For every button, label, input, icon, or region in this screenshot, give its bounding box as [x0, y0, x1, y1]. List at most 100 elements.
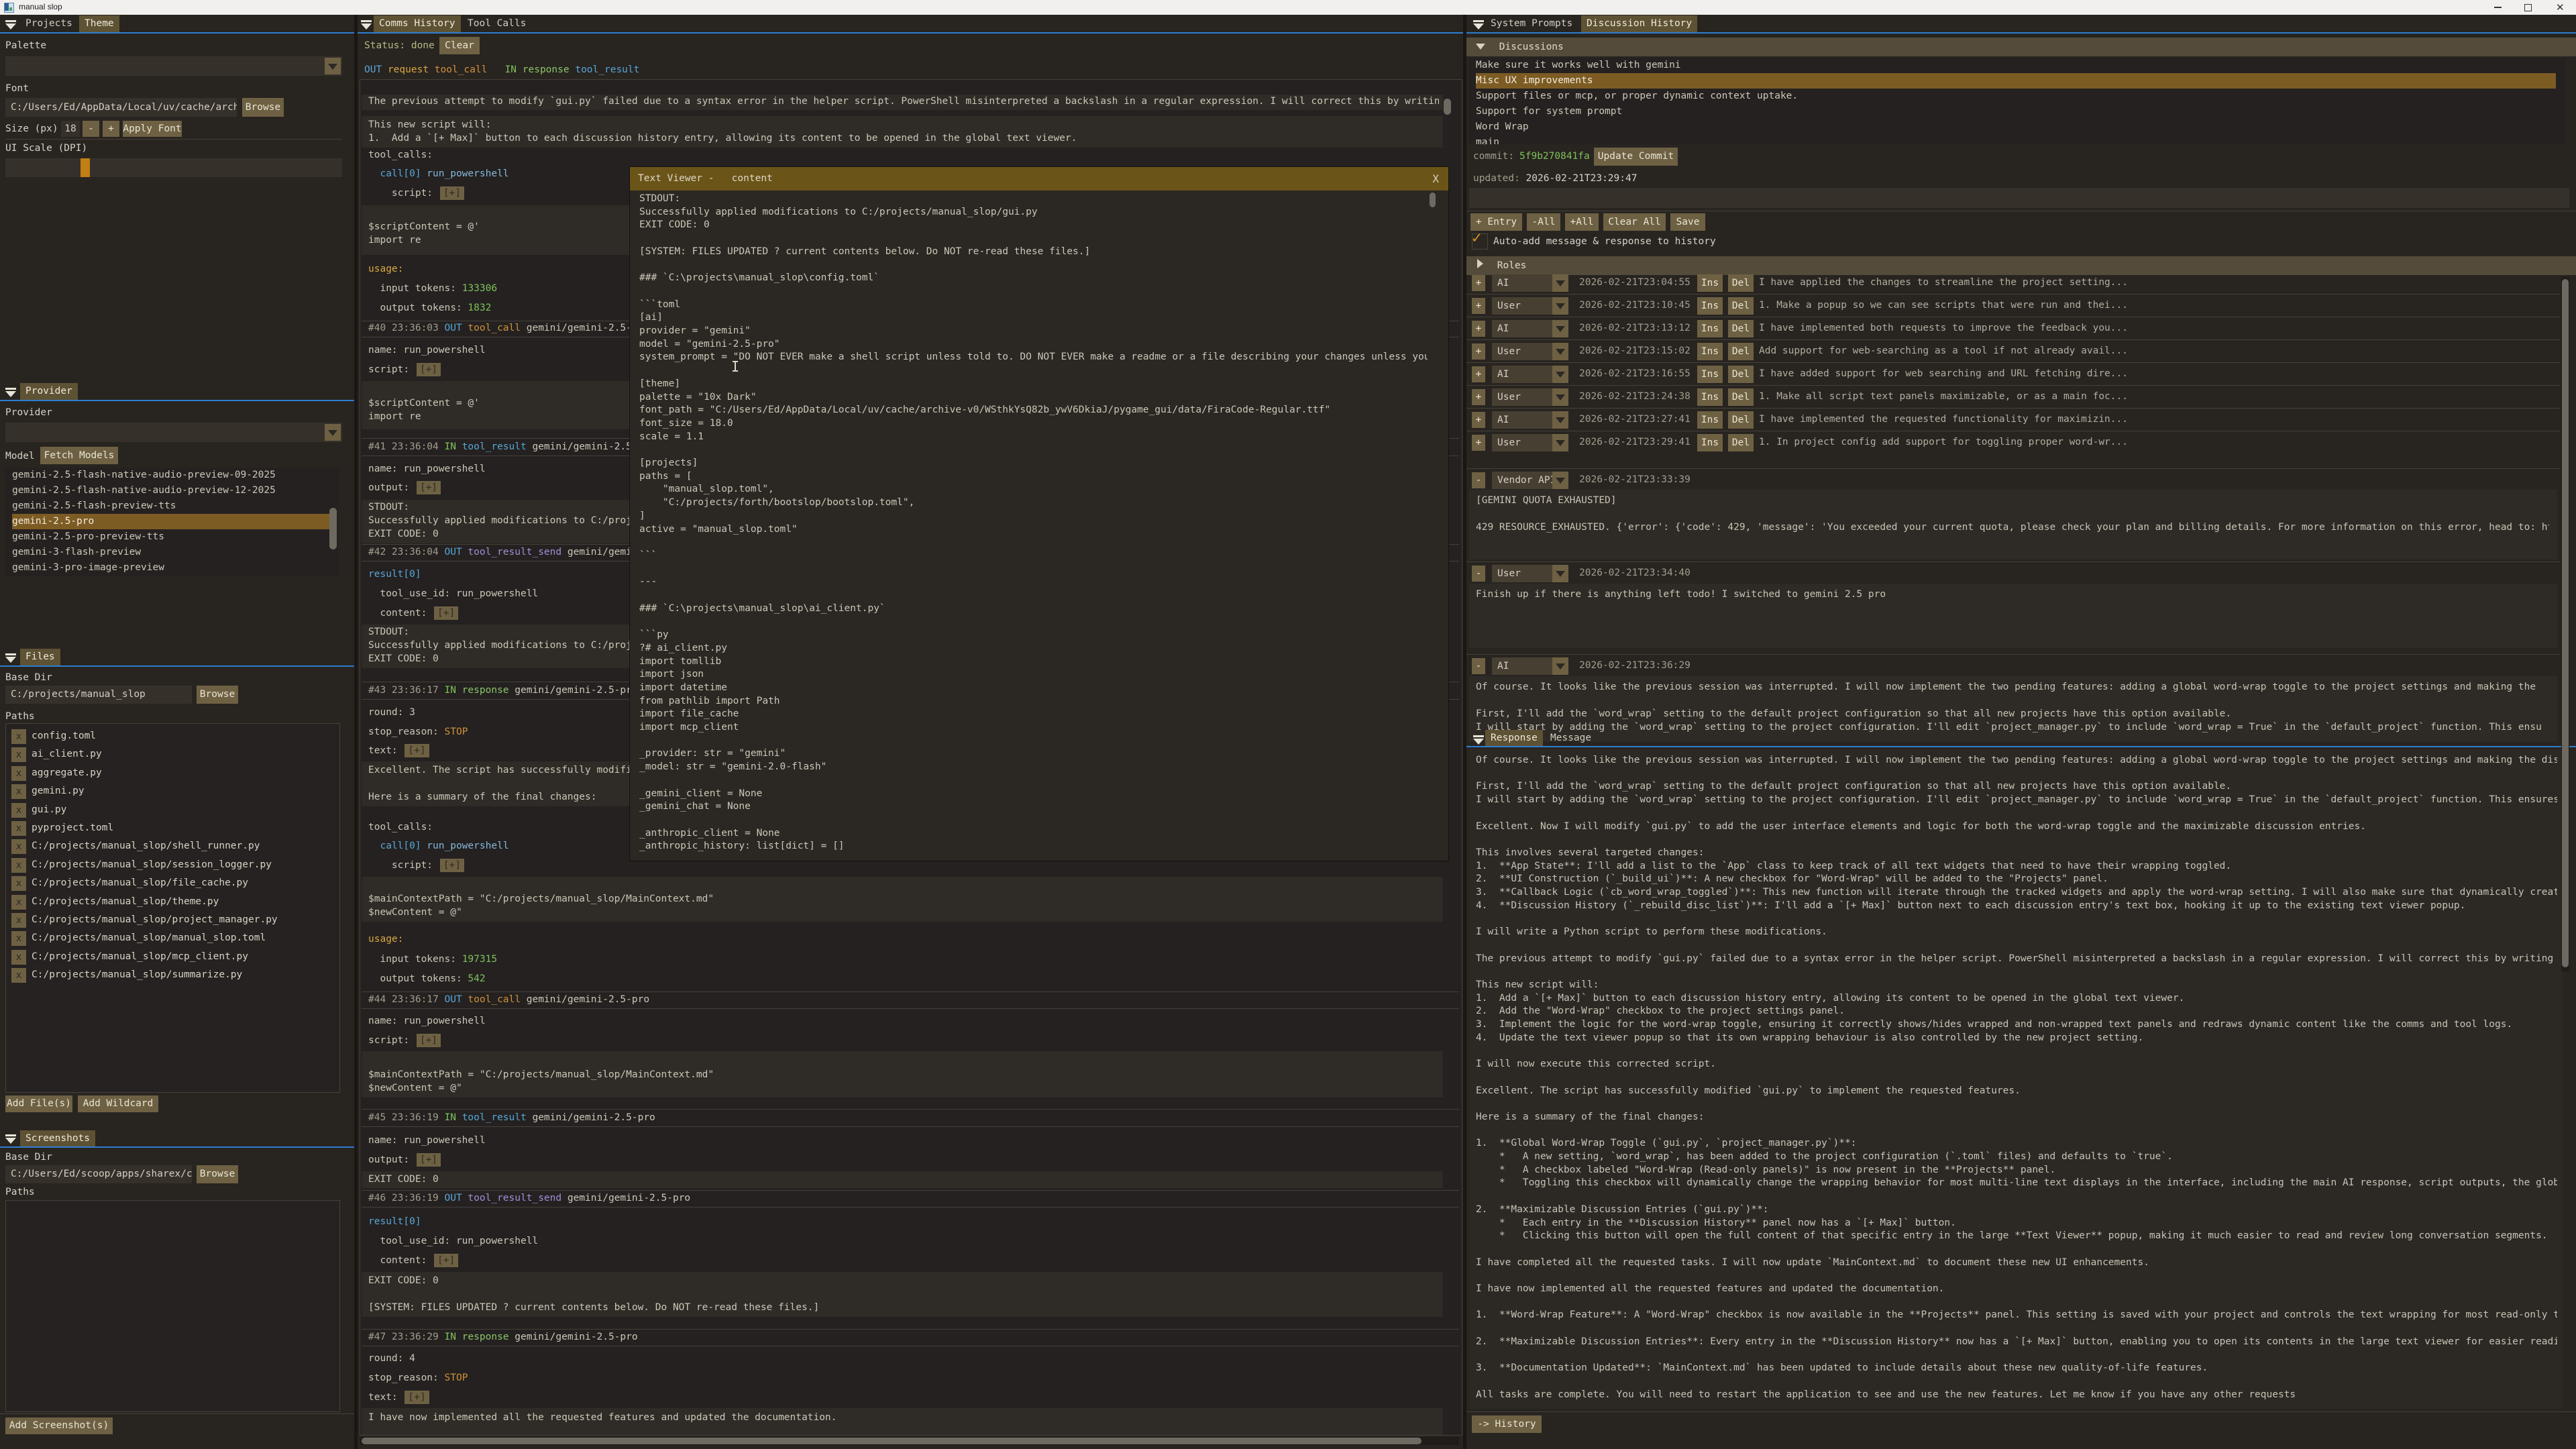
insert-button[interactable]: Ins — [1697, 343, 1723, 360]
minimize-icon[interactable] — [2494, 7, 2502, 8]
delete-button[interactable]: Del — [1728, 274, 1754, 292]
clear-button[interactable]: Clear — [439, 37, 480, 54]
remove-file-button[interactable]: x — [11, 729, 26, 744]
insert-button[interactable]: Ins — [1697, 274, 1723, 292]
fetch-models-button[interactable]: Fetch Models — [40, 447, 118, 464]
ui-scale-slider[interactable]: 1.10 — [5, 158, 342, 177]
section-screenshots[interactable]: Screenshots — [20, 1130, 95, 1147]
discussion-item[interactable]: main — [1476, 135, 2556, 144]
chevron-down-icon[interactable] — [1552, 297, 1568, 315]
roles-header[interactable]: Roles — [1466, 256, 2576, 275]
chevron-down-icon[interactable] — [325, 424, 341, 441]
chevron-down-icon[interactable] — [1552, 411, 1568, 429]
chevron-down-icon[interactable] — [1552, 657, 1568, 675]
toggle-entry-button[interactable]: + — [1472, 298, 1485, 314]
delete-button[interactable]: Del — [1728, 388, 1754, 406]
toggle-entry-button[interactable]: + — [1472, 389, 1485, 405]
chevron-down-icon[interactable] — [1552, 434, 1568, 451]
update-commit-button[interactable]: Update Commit — [1594, 148, 1678, 166]
expand-button[interactable]: [+] — [405, 744, 429, 757]
collapse-icon[interactable] — [5, 1134, 16, 1144]
tab-message[interactable]: Message — [1545, 730, 1597, 746]
toggle-entry-button[interactable]: + — [1472, 412, 1485, 428]
collapse-icon[interactable] — [5, 20, 16, 30]
tab-tool-calls[interactable]: Tool Calls — [462, 15, 531, 32]
save-button[interactable]: Save — [1670, 213, 1705, 231]
remove-file-button[interactable]: x — [11, 839, 26, 854]
toggle-entry-button[interactable]: + — [1472, 275, 1485, 291]
popup-titlebar[interactable]: Text Viewer - content X — [630, 167, 1448, 191]
font-browse-button[interactable]: Browse — [242, 98, 284, 117]
expand-button[interactable]: [+] — [440, 186, 464, 200]
remove-file-button[interactable]: x — [11, 913, 26, 928]
font-path-input[interactable]: C:/Users/Ed/AppData/Local/uv/cache/archi… — [5, 98, 237, 117]
apply-font-button[interactable]: Apply Font — [123, 121, 182, 137]
discussions-header[interactable]: Discussions — [1466, 38, 2576, 56]
insert-button[interactable]: Ins — [1697, 297, 1723, 315]
model-item[interactable]: gemini-2.5-pro — [12, 514, 329, 529]
discussion-item[interactable]: Support files or mcp, or proper dynamic … — [1476, 89, 2556, 104]
new-discussion-input[interactable]: New discussion name — [1469, 188, 2569, 208]
tab-theme[interactable]: Theme — [79, 15, 119, 32]
delete-button[interactable]: Del — [1728, 366, 1754, 383]
provider-select[interactable]: gemini — [5, 423, 342, 442]
collapse-all-button[interactable]: -All — [1527, 213, 1560, 231]
expand-button[interactable]: [+] — [405, 1391, 429, 1404]
chevron-down-icon[interactable] — [1552, 472, 1568, 489]
toggle-entry-button[interactable]: - — [1472, 472, 1485, 488]
expand-button[interactable]: [+] — [417, 1034, 441, 1047]
size-input[interactable]: 18 — [61, 121, 80, 137]
right-scrollbar[interactable] — [2561, 276, 2569, 971]
delete-button[interactable]: Del — [1728, 411, 1754, 429]
expand-button[interactable]: [+] — [434, 1254, 458, 1267]
entry-body[interactable]: Of course. It looks like the previous se… — [1469, 676, 2557, 742]
remove-file-button[interactable]: x — [11, 950, 26, 965]
chevron-down-icon[interactable] — [1552, 274, 1568, 292]
discussion-item[interactable]: Make sure it works well with gemini — [1476, 58, 2556, 73]
role-select[interactable]: AI — [1492, 657, 1568, 675]
palette-select[interactable]: 10x Dark — [5, 56, 342, 76]
chevron-down-icon[interactable] — [325, 58, 341, 74]
section-provider[interactable]: Provider — [20, 383, 78, 400]
role-select[interactable]: AI — [1492, 366, 1568, 383]
model-item[interactable]: gemini-3-pro-image-preview — [12, 560, 329, 576]
model-item[interactable]: gemini-2.5-flash-native-audio-preview-09… — [12, 468, 329, 483]
role-select[interactable]: User — [1492, 434, 1568, 451]
model-list-scrollbar[interactable] — [329, 508, 337, 549]
remove-file-button[interactable]: x — [11, 821, 26, 836]
toggle-entry-button[interactable]: + — [1472, 343, 1485, 360]
remove-file-button[interactable]: x — [11, 803, 26, 818]
role-select[interactable]: AI — [1492, 274, 1568, 292]
remove-file-button[interactable]: x — [11, 931, 26, 946]
chevron-down-icon[interactable] — [1552, 343, 1568, 360]
remove-file-button[interactable]: x — [11, 968, 26, 983]
expand-button[interactable]: [+] — [417, 1153, 441, 1167]
discussion-item[interactable]: Word Wrap — [1476, 119, 2556, 135]
insert-button[interactable]: Ins — [1697, 434, 1723, 451]
model-item[interactable]: gemini-2.5-flash-preview-tts — [12, 498, 329, 514]
model-item[interactable]: gemini-2.5-flash-native-audio-preview-12… — [12, 483, 329, 498]
toggle-entry-button[interactable]: + — [1472, 435, 1485, 451]
role-select[interactable]: Vendor API — [1492, 472, 1568, 489]
role-select[interactable]: AI — [1492, 320, 1568, 337]
delete-button[interactable]: Del — [1728, 343, 1754, 360]
entry-body[interactable]: [GEMINI QUOTA EXHAUSTED]429 RESOURCE_EXH… — [1469, 490, 2557, 559]
clear-all-button[interactable]: Clear All — [1603, 213, 1666, 231]
tab-discussion-history[interactable]: Discussion History — [1581, 15, 1697, 32]
expand-button[interactable]: [+] — [417, 481, 441, 494]
role-select[interactable]: User — [1492, 388, 1568, 406]
insert-button[interactable]: Ins — [1697, 320, 1723, 337]
toggle-entry-button[interactable]: + — [1472, 321, 1485, 337]
model-item[interactable]: gemini-3-flash-preview — [12, 545, 329, 560]
maximize-icon[interactable] — [2524, 4, 2532, 11]
size-increment-button[interactable]: + — [103, 121, 119, 137]
toggle-entry-button[interactable]: + — [1472, 366, 1485, 382]
collapse-icon[interactable] — [361, 20, 372, 30]
chevron-down-icon[interactable] — [1552, 565, 1568, 582]
log-vertical-scrollbar[interactable] — [1444, 99, 1451, 115]
remove-file-button[interactable]: x — [11, 876, 26, 891]
expand-all-button[interactable]: +All — [1565, 213, 1599, 231]
role-select[interactable]: AI — [1492, 411, 1568, 429]
tab-response[interactable]: Response — [1485, 730, 1543, 746]
screens-browse-button[interactable]: Browse — [197, 1165, 238, 1183]
